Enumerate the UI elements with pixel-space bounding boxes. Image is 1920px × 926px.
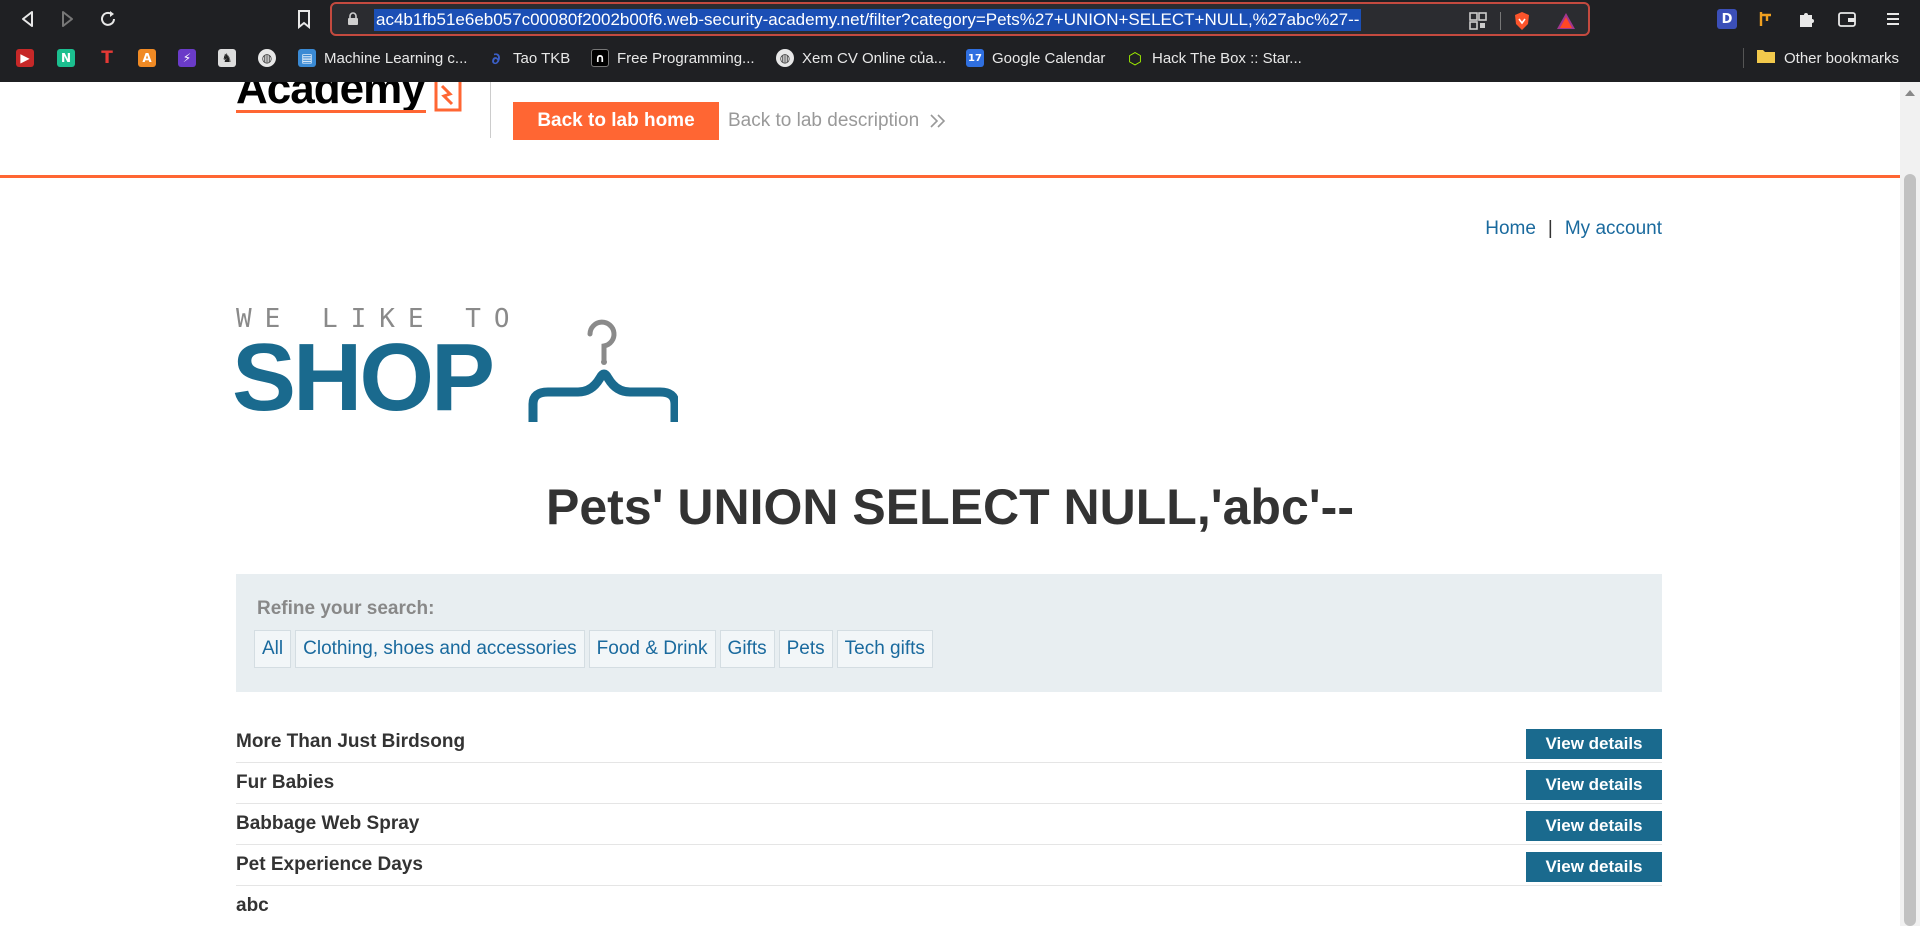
product-table: More Than Just Birdsong View details Fur… <box>236 722 1662 926</box>
header-divider <box>490 82 491 138</box>
double-chevron-right-icon <box>930 114 946 128</box>
browser-toolbar: ac4b1fb51e6eb057c00080f2002b00f6.web-sec… <box>0 0 1920 38</box>
logo-underline <box>236 110 426 113</box>
shop-logo: WE LIKE TO SHOP <box>232 304 678 426</box>
lock-icon <box>346 12 360 26</box>
brave-shield-icon[interactable] <box>1512 11 1532 31</box>
htb-icon: ⬡ <box>1128 48 1142 68</box>
bookmark-tao-tkb[interactable]: ∂ Tao TKB <box>487 44 571 72</box>
bolt-icon: ⚡ <box>178 49 196 67</box>
page-scrollbar[interactable] <box>1900 82 1920 926</box>
category-link-food-drink[interactable]: Food & Drink <box>588 630 716 668</box>
browser-chrome: ac4b1fb51e6eb057c00080f2002b00f6.web-sec… <box>0 0 1920 82</box>
globe-icon: ◍ <box>258 49 276 67</box>
bookmarks-bar: ▶ N T A ⚡ ♞ ◍ ▤ Machine Learning c... ∂ … <box>0 44 1920 74</box>
qr-code-icon[interactable] <box>1468 11 1488 31</box>
reload-icon[interactable] <box>94 5 122 33</box>
url-text[interactable]: ac4b1fb51e6eb057c00080f2002b00f6.web-sec… <box>374 9 1362 31</box>
menu-icon[interactable] <box>1882 8 1904 30</box>
view-details-button[interactable]: View details <box>1526 811 1662 841</box>
brave-rewards-icon[interactable] <box>1556 11 1576 31</box>
table-row: abc <box>236 886 1662 926</box>
bookmark-item[interactable]: ♞ <box>218 44 236 72</box>
folder-icon <box>1756 48 1776 68</box>
table-row: Fur Babies View details <box>236 763 1662 804</box>
bookmark-item[interactable]: A <box>138 44 156 72</box>
lab-header: Academy Back to lab home Back to lab des… <box>0 82 1900 178</box>
my-account-link[interactable]: My account <box>1565 218 1662 240</box>
filter-panel: Refine your search: All Clothing, shoes … <box>236 574 1662 692</box>
forward-icon[interactable] <box>53 5 81 33</box>
extension-d-icon[interactable]: D <box>1716 8 1738 30</box>
other-bookmarks[interactable]: Other bookmarks <box>1756 44 1899 72</box>
shop-wordmark: SHOP <box>232 324 495 431</box>
product-name: abc <box>236 895 269 916</box>
page-heading: Pets' UNION SELECT NULL,'abc'-- <box>546 479 1354 535</box>
bookmark-label: Hack The Box :: Star... <box>1152 49 1302 67</box>
back-icon[interactable] <box>14 5 42 33</box>
wallet-icon[interactable] <box>1836 8 1858 30</box>
extension-hackbar-icon[interactable] <box>1756 8 1778 30</box>
fp-icon: ∩ <box>591 49 609 67</box>
calendar-icon: 17 <box>966 49 984 67</box>
scrollbar-thumb[interactable] <box>1904 174 1916 926</box>
bookmark-label: Free Programming... <box>617 49 755 67</box>
academy-logo-mark-icon <box>434 82 462 112</box>
extensions-puzzle-icon[interactable] <box>1796 8 1818 30</box>
a-icon: A <box>138 49 156 67</box>
web-page: Academy Back to lab home Back to lab des… <box>0 82 1900 926</box>
bookmark-google-calendar[interactable]: 17 Google Calendar <box>966 44 1105 72</box>
globe-icon: ◍ <box>776 49 794 67</box>
category-link-tech-gifts[interactable]: Tech gifts <box>836 630 933 668</box>
product-name: Pet Experience Days <box>236 854 423 875</box>
back-to-lab-description-label: Back to lab description <box>728 110 920 131</box>
bookmark-item[interactable]: N <box>57 44 75 72</box>
youtube-icon: ▶ <box>16 49 34 67</box>
category-link-gifts[interactable]: Gifts <box>719 630 775 668</box>
table-row: More Than Just Birdsong View details <box>236 722 1662 763</box>
table-row: Babbage Web Spray View details <box>236 804 1662 845</box>
top-nav: Home | My account <box>1485 218 1662 240</box>
other-bookmarks-label: Other bookmarks <box>1784 49 1900 67</box>
view-details-button[interactable]: View details <box>1526 852 1662 882</box>
bookmark-icon[interactable] <box>290 5 318 33</box>
t-icon: T <box>101 48 113 68</box>
category-link-all[interactable]: All <box>254 630 292 668</box>
bookmark-xem-cv[interactable]: ◍ Xem CV Online của... <box>776 44 946 72</box>
address-bar[interactable]: ac4b1fb51e6eb057c00080f2002b00f6.web-sec… <box>330 2 1590 36</box>
category-link-clothing[interactable]: Clothing, shoes and accessories <box>295 630 585 668</box>
bookmark-hack-the-box[interactable]: ⬡ Hack The Box :: Star... <box>1126 44 1302 72</box>
bookmark-item[interactable]: ▶ <box>16 44 34 72</box>
bookmark-item[interactable]: ⚡ <box>178 44 196 72</box>
category-filters: All Clothing, shoes and accessories Food… <box>254 630 933 668</box>
back-to-lab-description-link[interactable]: Back to lab description <box>728 110 947 132</box>
bookmark-label: Tao TKB <box>513 49 571 67</box>
filter-label: Refine your search: <box>257 598 435 619</box>
product-name: More Than Just Birdsong <box>236 731 466 752</box>
tkb-icon: ∂ <box>491 48 501 68</box>
view-details-button[interactable]: View details <box>1526 729 1662 759</box>
bookmark-label: Google Calendar <box>992 49 1106 67</box>
notion-icon: N <box>57 49 75 67</box>
category-link-pets[interactable]: Pets <box>778 630 833 668</box>
bookmark-label: Xem CV Online của... <box>802 49 947 67</box>
omnibox-divider <box>1500 12 1501 30</box>
view-details-button[interactable]: View details <box>1526 770 1662 800</box>
product-name: Babbage Web Spray <box>236 813 420 834</box>
bookmark-item[interactable]: T <box>98 44 116 72</box>
hanger-icon <box>528 319 678 422</box>
nav-separator: | <box>1547 218 1553 239</box>
product-name: Fur Babies <box>236 772 335 793</box>
back-to-lab-home-button[interactable]: Back to lab home <box>513 102 719 140</box>
bookmarks-divider <box>1743 48 1744 68</box>
table-row: Pet Experience Days View details <box>236 845 1662 886</box>
home-link[interactable]: Home <box>1485 218 1536 240</box>
bookmark-free-programming[interactable]: ∩ Free Programming... <box>591 44 755 72</box>
scroll-up-arrow-icon[interactable] <box>1900 86 1920 100</box>
bookmark-item[interactable]: ◍ <box>258 44 276 72</box>
bookmark-machine-learning[interactable]: ▤ Machine Learning c... <box>298 44 467 72</box>
ml-icon: ▤ <box>298 49 316 67</box>
bookmark-label: Machine Learning c... <box>324 49 468 67</box>
chess-icon: ♞ <box>218 49 236 67</box>
